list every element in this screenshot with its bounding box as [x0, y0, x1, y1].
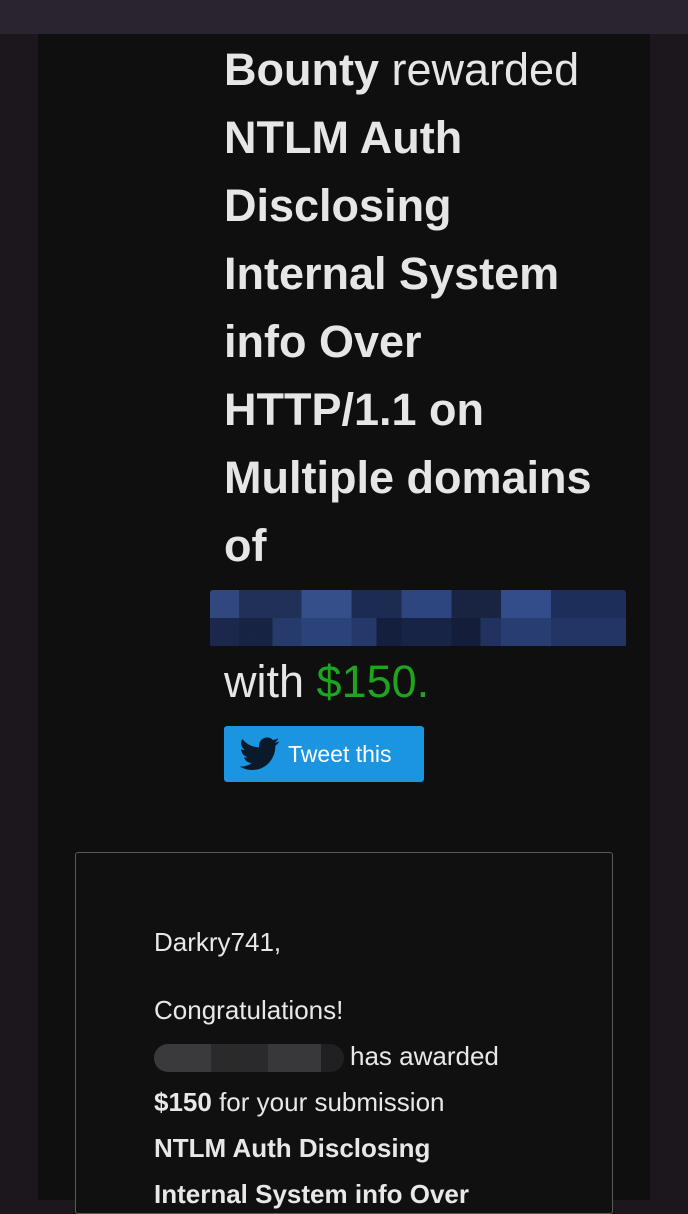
award-message-body: Darkry741, Congratulations! has awarded …: [154, 919, 604, 1213]
with-word: with: [224, 656, 305, 707]
greeting: Darkry741,: [154, 927, 282, 957]
tweet-this-button[interactable]: Tweet this: [224, 726, 424, 782]
headline-bounty-word: Bounty: [224, 44, 379, 95]
submission-title-line: NTLM Auth Disclosing: [154, 1133, 431, 1163]
headline-title-line: Internal System: [224, 248, 560, 299]
headline-title-line: Multiple domains: [224, 452, 592, 503]
top-status-bar: [0, 0, 688, 34]
award-amount: $150: [154, 1087, 212, 1117]
headline-first-line: Bounty rewarded: [224, 36, 644, 104]
tweet-this-label: Tweet this: [288, 740, 392, 767]
amount-line: $150 for your submission: [154, 1079, 604, 1125]
headline-title-line: Disclosing: [224, 180, 452, 231]
reward-amount: $150.: [316, 656, 430, 707]
headline-title-line: NTLM Auth: [224, 112, 463, 163]
headline-title-line: of: [224, 520, 267, 571]
headline-title-line: info Over: [224, 316, 422, 367]
awarded-text: has awarded: [350, 1041, 499, 1071]
award-message-card: Darkry741, Congratulations! has awarded …: [75, 852, 613, 1214]
twitter-bird-icon: [240, 737, 280, 770]
submission-text: for your submission: [219, 1087, 445, 1117]
awarded-line: has awarded: [154, 1033, 604, 1079]
headline-rewarded-word: rewarded: [391, 44, 580, 95]
submission-title-line: Internal System info Over: [154, 1179, 469, 1209]
headline-title-line: HTTP/1.1 on: [224, 384, 485, 435]
redacted-program-name: [210, 590, 626, 646]
reward-amount-line: with $150.: [224, 650, 429, 714]
congratulations-text: Congratulations!: [154, 995, 344, 1025]
bounty-headline: Bounty rewarded NTLM Auth Disclosing Int…: [224, 36, 644, 580]
redacted-company-name: [154, 1044, 344, 1073]
